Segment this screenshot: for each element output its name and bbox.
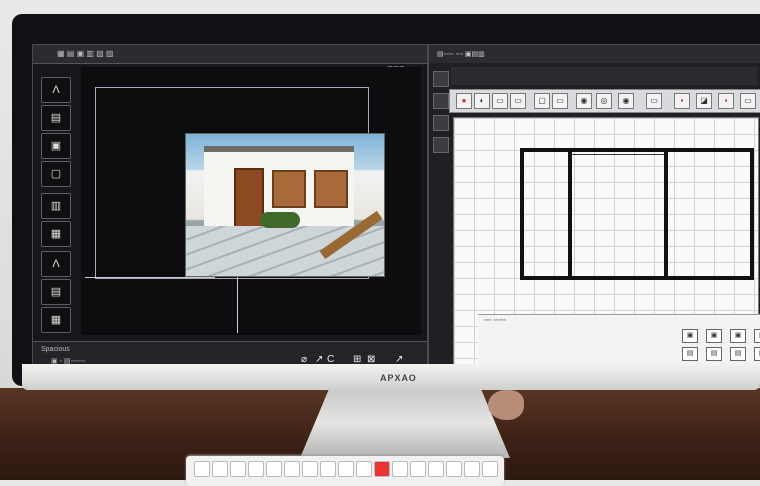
menu-text[interactable]: ▦ ▤ ▣ ▥ ▧ ▨	[57, 49, 113, 58]
monitor-screen: ▦ ▤ ▣ ▥ ▧ ▨ ⊡⊡⊡ Λ ▤ ▣ ▢ ▥ ▦ Λ ▤ ▦	[32, 44, 760, 370]
tool-icon[interactable]: ▭	[492, 93, 508, 109]
photo-editor-menubar[interactable]: ▦ ▤ ▣ ▥ ▧ ▨ ⊡⊡⊡	[33, 45, 427, 73]
window-mullion	[664, 152, 668, 276]
window-elevation[interactable]	[520, 148, 754, 280]
panel-button[interactable]: ▤	[754, 347, 760, 361]
monitor-frame: ▦ ▤ ▣ ▥ ▧ ▨ ⊡⊡⊡ Λ ▤ ▣ ▢ ▥ ▦ Λ ▤ ▦	[12, 14, 760, 386]
side-tool-icon[interactable]	[433, 115, 449, 131]
keyboard-key[interactable]	[302, 461, 318, 477]
red-tool-icon[interactable]: ●	[456, 93, 472, 109]
keyboard-key[interactable]	[194, 461, 210, 477]
cad-toolbar-row-1	[451, 67, 757, 85]
panel-button[interactable]: ▣	[706, 329, 722, 343]
tool-icon-9[interactable]: ▦	[41, 307, 71, 333]
tool-icon-1[interactable]: Λ	[41, 77, 71, 103]
tool-icon-6[interactable]: ▦	[41, 221, 71, 247]
keyboard-key[interactable]	[320, 461, 336, 477]
keyboard-key[interactable]	[482, 461, 498, 477]
cad-title: ▤◦◦◦◦ ◦◦◦ ▣▤▥	[437, 51, 485, 58]
keyboard-key[interactable]	[428, 461, 444, 477]
tool-icon[interactable]: ▭	[646, 93, 662, 109]
tool-icon[interactable]: ◉	[576, 93, 592, 109]
keyboard-key[interactable]	[230, 461, 246, 477]
cad-bottom-panel: ◦◦◦ ◦◦◦◦◦ ▣ ▣ ▣ ▣ ▤ ▤ ▤ ▤	[478, 314, 760, 365]
panel-button[interactable]: ▤	[706, 347, 722, 361]
side-tool-icon[interactable]	[433, 93, 449, 109]
tool-icon[interactable]: ◪	[696, 93, 712, 109]
tool-icon[interactable]: ▭	[510, 93, 526, 109]
editor-canvas[interactable]	[81, 67, 421, 335]
keyboard-key[interactable]	[446, 461, 462, 477]
panel-button[interactable]: ▣	[682, 329, 698, 343]
side-tool-icon[interactable]	[433, 137, 449, 153]
keyboard-key[interactable]	[464, 461, 480, 477]
tool-icon-7[interactable]: Λ	[41, 251, 71, 277]
tool-icon[interactable]: ◎	[596, 93, 612, 109]
keyboard-key[interactable]	[266, 461, 282, 477]
drawing-label: ◦◦◦ ◦◦◦◦◦	[484, 317, 506, 324]
panel-button[interactable]: ▤	[682, 347, 698, 361]
keyboard-key[interactable]	[392, 461, 408, 477]
keyboard-key[interactable]	[284, 461, 300, 477]
keyboard-key[interactable]	[338, 461, 354, 477]
panel-button[interactable]: ▣	[730, 329, 746, 343]
photo-editor-window: ▦ ▤ ▣ ▥ ▧ ▨ ⊡⊡⊡ Λ ▤ ▣ ▢ ▥ ▦ Λ ▤ ▦	[32, 44, 428, 370]
guide-line	[85, 277, 215, 278]
window-transom	[572, 154, 664, 155]
red-tool-icon[interactable]: ▪	[674, 93, 690, 109]
tool-palette: Λ ▤ ▣ ▢ ▥ ▦ Λ ▤ ▦	[37, 69, 73, 339]
photo-window	[314, 170, 348, 208]
red-tool-icon[interactable]: ▪	[718, 93, 734, 109]
keyboard-key[interactable]	[212, 461, 228, 477]
cad-drawing-canvas[interactable]: ◦◦◦ ◦◦◦◦◦ ▣ ▣ ▣ ▣ ▤ ▤ ▤ ▤	[453, 117, 760, 365]
tool-icon-2[interactable]: ▤	[41, 105, 71, 131]
cad-titlebar: ▤◦◦◦◦ ◦◦◦ ▣▤▥	[429, 45, 760, 63]
monitor-brand: ΑΡΧΑΟ	[380, 373, 417, 383]
tool-icon-3[interactable]: ▣	[41, 133, 71, 159]
tool-icon[interactable]: ▭	[552, 93, 568, 109]
keyboard-key[interactable]	[356, 461, 372, 477]
tool-icon[interactable]: ◉	[618, 93, 634, 109]
guide-line	[237, 277, 238, 333]
house-photo[interactable]	[185, 133, 385, 277]
tool-icon-4[interactable]: ▢	[41, 161, 71, 187]
keyboard-key[interactable]	[248, 461, 264, 477]
side-tool-icon[interactable]	[433, 71, 449, 87]
tool-icon[interactable]: ◐	[474, 93, 490, 109]
keyboard-key-red[interactable]	[374, 461, 390, 477]
status-label: Spacious	[41, 346, 70, 353]
keyboard[interactable]	[186, 456, 504, 486]
tool-icon-5[interactable]: ▥	[41, 193, 71, 219]
panel-button[interactable]: ▣	[754, 329, 760, 343]
photo-bushes	[260, 212, 300, 228]
tool-icon-8[interactable]: ▤	[41, 279, 71, 305]
keyboard-key[interactable]	[410, 461, 426, 477]
cad-side-toolbar	[431, 67, 449, 157]
cad-toolbar-row-2: ● ◐ ▭ ▭ ▢ ▭ ◉ ◎ ◉ ▭ ▪ ◪ ▪ ▭	[449, 89, 760, 113]
user-hand	[488, 390, 524, 420]
window-mullion	[568, 152, 572, 276]
tool-icon[interactable]: ▢	[534, 93, 550, 109]
cad-window: ▤◦◦◦◦ ◦◦◦ ▣▤▥ ● ◐ ▭ ▭ ▢ ▭ ◉ ◎ ◉ ▭ ▪ ◪ ▪ …	[428, 44, 760, 370]
panel-button[interactable]: ▤	[730, 347, 746, 361]
monitor-stand	[300, 388, 510, 458]
tool-icon[interactable]: ▭	[740, 93, 756, 109]
photo-window	[272, 170, 306, 208]
